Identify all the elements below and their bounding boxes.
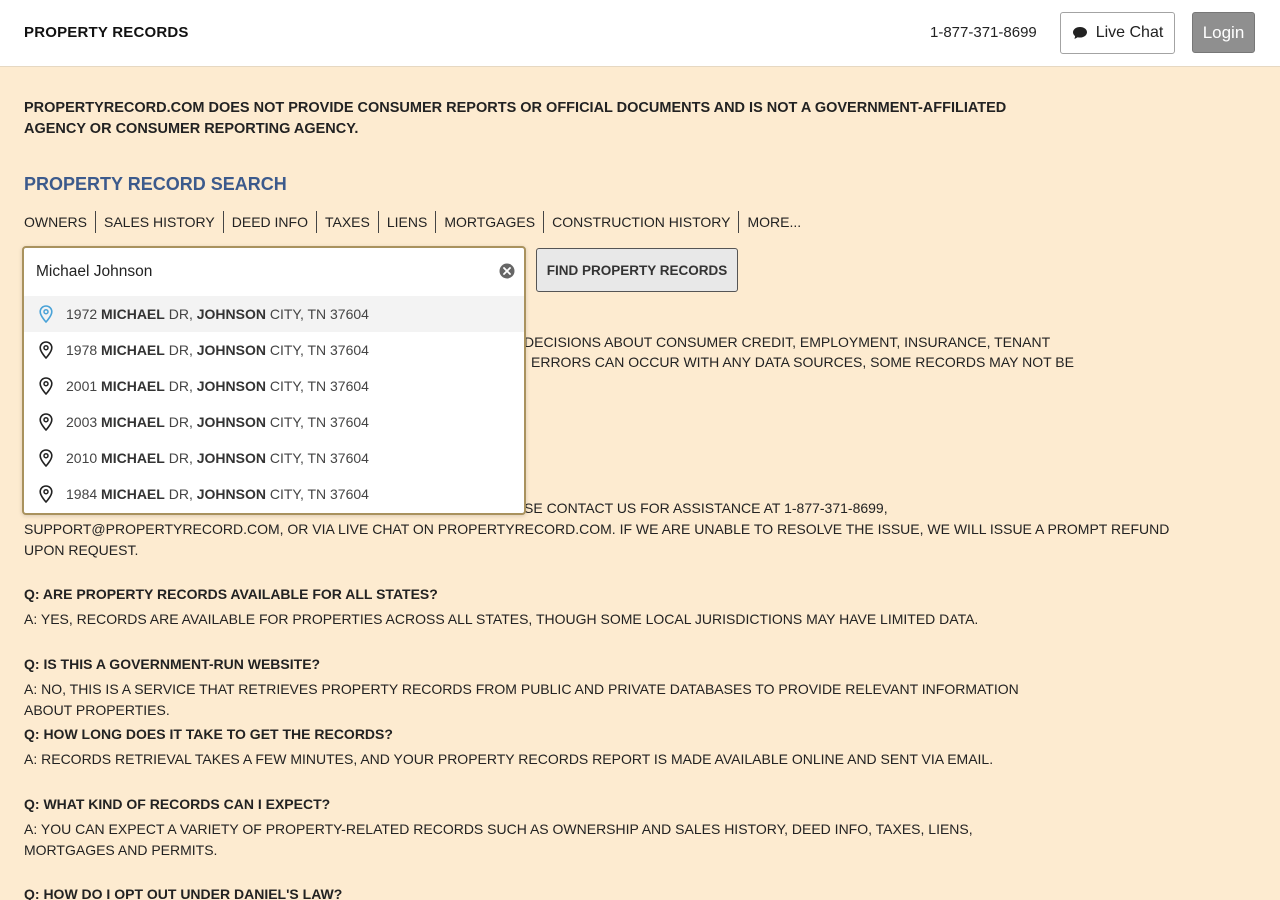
map-pin-icon: [39, 449, 53, 467]
faq-item: Q: IS THIS A GOVERNMENT-RUN WEBSITE? A: …: [24, 654, 1054, 721]
disclaimer-text: PROPERTYRECORD.COM DOES NOT PROVIDE CONS…: [24, 100, 1007, 137]
faq-question: Q: HOW LONG DOES IT TAKE TO GET THE RECO…: [24, 726, 393, 742]
map-pin-icon: [39, 305, 53, 323]
faq-question: Q: IS THIS A GOVERNMENT-RUN WEBSITE?: [24, 656, 321, 672]
faq-answer: A: YES, RECORDS ARE AVAILABLE FOR PROPER…: [24, 611, 979, 627]
tab-deed-info[interactable]: DEED INFO: [222, 211, 316, 233]
brand-logo[interactable]: PROPERTY RECORDS: [24, 24, 189, 41]
autocomplete-item[interactable]: 2003 MICHAEL DR, JOHNSON CITY, TN 37604: [24, 404, 524, 440]
body-text-line: SE CONTACT US FOR ASSISTANCE AT 1-877-37…: [524, 500, 888, 516]
faq-answer: A: YOU CAN EXPECT A VARIETY OF PROPERTY-…: [24, 821, 973, 858]
map-pin-icon: [39, 413, 53, 431]
body-text-line: DECISIONS ABOUT CONSUMER CREDIT, EMPLOYM…: [524, 334, 1051, 350]
body-text-line: UPON REQUEST.: [24, 542, 139, 558]
tab-liens[interactable]: LIENS: [377, 211, 435, 233]
autocomplete-item[interactable]: 2001 MICHAEL DR, JOHNSON CITY, TN 37604: [24, 368, 524, 404]
autocomplete-item[interactable]: 1972 MICHAEL DR, JOHNSON CITY, TN 37604: [24, 296, 524, 332]
live-chat-button[interactable]: Live Chat: [1060, 12, 1175, 54]
search-input[interactable]: [24, 248, 524, 296]
tab-sales-history[interactable]: SALES HISTORY: [95, 211, 223, 233]
tab-mortgages[interactable]: MORTGAGES: [435, 211, 543, 233]
find-property-records-button[interactable]: FIND PROPERTY RECORDS: [536, 248, 738, 292]
live-chat-label: Live Chat: [1095, 24, 1164, 41]
faq-answer: A: NO, THIS IS A SERVICE THAT RETRIEVES …: [24, 681, 1019, 718]
chat-bubble-icon: [1072, 27, 1087, 39]
body-text-line: ERRORS CAN OCCUR WITH ANY DATA SOURCES, …: [531, 354, 1074, 370]
map-pin-icon: [39, 485, 53, 503]
search-category-tabs: OWNERS SALES HISTORY DEED INFO TAXES LIE…: [24, 211, 809, 233]
tab-construction-history[interactable]: CONSTRUCTION HISTORY: [543, 211, 738, 233]
faq-item: Q: WHAT KIND OF RECORDS CAN I EXPECT? A:…: [24, 794, 1004, 861]
autocomplete-item[interactable]: 1978 MICHAEL DR, JOHNSON CITY, TN 37604: [24, 332, 524, 368]
search-section-title: PROPERTY RECORD SEARCH: [24, 174, 287, 194]
tab-more[interactable]: MORE...: [738, 211, 809, 233]
map-pin-icon: [39, 377, 53, 395]
faq-question: Q: HOW DO I OPT OUT UNDER DANIEL'S LAW?: [24, 886, 343, 900]
autocomplete-item[interactable]: 1984 MICHAEL DR, JOHNSON CITY, TN 37604: [24, 476, 524, 512]
login-button[interactable]: Login: [1192, 12, 1255, 53]
search-box: 1972 MICHAEL DR, JOHNSON CITY, TN 37604 …: [22, 246, 526, 515]
faq-item: Q: HOW LONG DOES IT TAKE TO GET THE RECO…: [24, 724, 1054, 770]
faq-answer: A: RECORDS RETRIEVAL TAKES A FEW MINUTES…: [24, 751, 994, 767]
faq-item: Q: ARE PROPERTY RECORDS AVAILABLE FOR AL…: [24, 584, 1054, 630]
faq-item: Q: HOW DO I OPT OUT UNDER DANIEL'S LAW?: [24, 884, 1054, 900]
faq-question: Q: ARE PROPERTY RECORDS AVAILABLE FOR AL…: [24, 586, 438, 602]
map-pin-icon: [39, 341, 53, 359]
autocomplete-item[interactable]: 2010 MICHAEL DR, JOHNSON CITY, TN 37604: [24, 440, 524, 476]
phone-number[interactable]: 1-877-371-8699: [930, 24, 1037, 41]
tab-taxes[interactable]: TAXES: [315, 211, 378, 233]
faq-question: Q: WHAT KIND OF RECORDS CAN I EXPECT?: [24, 796, 331, 812]
clear-circle-icon[interactable]: [498, 262, 516, 280]
site-header: PROPERTY RECORDS 1-877-371-8699 Live Cha…: [0, 0, 1280, 67]
tab-owners[interactable]: OWNERS: [24, 211, 95, 233]
autocomplete-list: 1972 MICHAEL DR, JOHNSON CITY, TN 37604 …: [24, 296, 524, 512]
body-text-line: SUPPORT@PROPERTYRECORD.COM, OR VIA LIVE …: [24, 521, 1170, 537]
